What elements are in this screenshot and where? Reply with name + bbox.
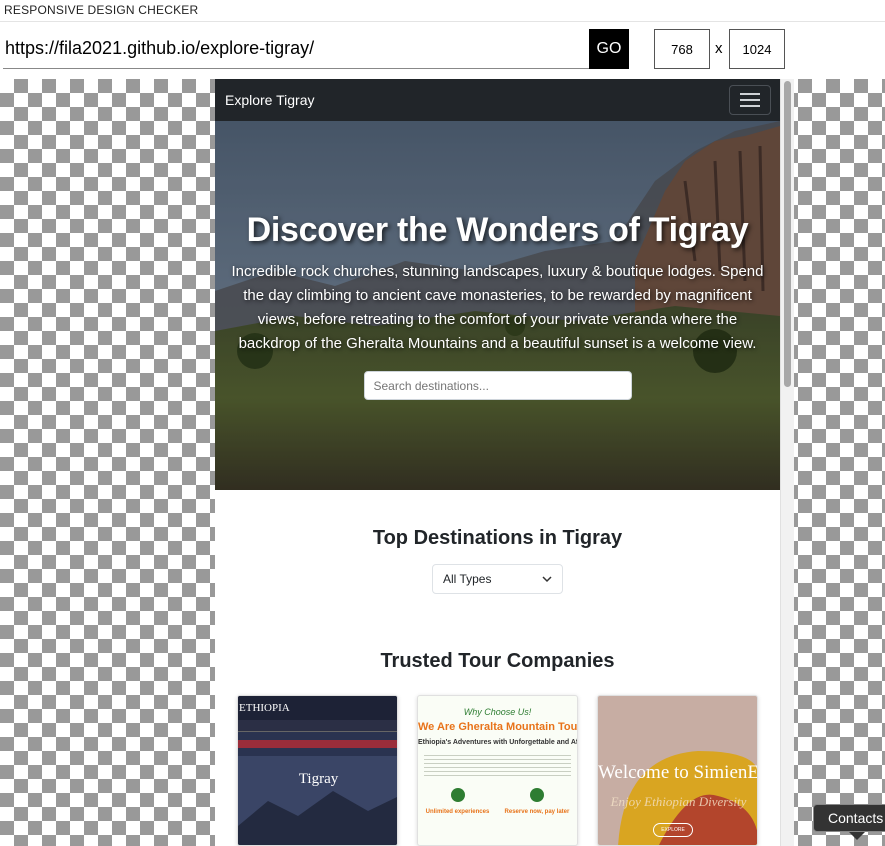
go-button[interactable]: GO	[589, 29, 629, 69]
site-page: Explore Tigray Discover the Wonders of T…	[215, 79, 780, 846]
company-card-gheralta[interactable]: Why Choose Us! We Are Gheralta Mountain …	[417, 695, 578, 846]
card-alert-strip	[238, 740, 397, 748]
url-input[interactable]	[3, 29, 589, 69]
card-feature-icons	[418, 788, 577, 802]
card-script-text: Enjoy Ethiopian Diversity	[610, 794, 747, 809]
card-nav-strip	[238, 720, 397, 732]
width-input[interactable]	[654, 29, 710, 69]
card-mountain-image	[238, 756, 397, 845]
app-title: RESPONSIVE DESIGN CHECKER	[4, 3, 199, 17]
navbar-toggler-button[interactable]	[729, 85, 771, 115]
chevron-down-icon	[542, 575, 552, 582]
card-text-lines	[424, 752, 571, 776]
card-features: Unlimited experiences Reserve now, pay l…	[418, 809, 577, 815]
hamburger-menu-icon	[740, 93, 760, 107]
contacts-tooltip[interactable]: Contacts	[813, 804, 885, 832]
hero-title: Discover the Wonders of Tigray	[246, 211, 749, 249]
card-heading: Welcome to SimienEcoTours	[598, 762, 758, 783]
feature-badge-icon	[530, 788, 545, 802]
company-cards: ETHIOPIA Tigray Why Choose Us! We Are Gh…	[237, 695, 758, 846]
card-subheading: Ethiopia's Adventures with Unforgettable…	[418, 739, 578, 746]
preview-stage: Explore Tigray Discover the Wonders of T…	[0, 79, 885, 846]
site-brand[interactable]: Explore Tigray	[225, 92, 314, 108]
card-heading: We Are Gheralta Mountain Tours	[418, 721, 578, 733]
card-city-name: Tigray	[298, 771, 339, 787]
company-card-simien[interactable]: Welcome to SimienEcoTours Enjoy Ethiopia…	[597, 695, 758, 846]
explore-button[interactable]: EXPLORE	[653, 823, 693, 837]
tooltip-arrow	[849, 832, 865, 840]
companies-title: Trusted Tour Companies	[380, 650, 615, 672]
card-feature-1: Unlimited experiences	[425, 809, 490, 815]
preview-frame[interactable]: Explore Tigray Discover the Wonders of T…	[215, 79, 794, 846]
feature-badge-icon	[450, 788, 465, 802]
dimension-separator: x	[715, 40, 723, 57]
company-card-ethiopia[interactable]: ETHIOPIA Tigray	[237, 695, 398, 846]
search-input[interactable]	[363, 371, 632, 400]
hero-section: Discover the Wonders of Tigray Incredibl…	[215, 121, 780, 490]
hero-subtitle: Incredible rock churches, stunning lands…	[231, 263, 764, 352]
card-tagline: Why Choose Us!	[463, 707, 532, 717]
header-divider	[0, 21, 885, 22]
destinations-title: Top Destinations in Tigray	[372, 527, 623, 549]
type-filter-select[interactable]: All Types	[432, 564, 563, 594]
scrollbar-thumb[interactable]	[784, 81, 791, 387]
site-navbar: Explore Tigray	[215, 79, 780, 121]
height-input[interactable]	[729, 29, 785, 69]
frame-scrollbar[interactable]	[780, 79, 794, 846]
card-feature-2: Reserve now, pay later	[504, 809, 570, 815]
type-filter-value: All Types	[443, 572, 492, 586]
card-logo: ETHIOPIA	[238, 696, 397, 720]
